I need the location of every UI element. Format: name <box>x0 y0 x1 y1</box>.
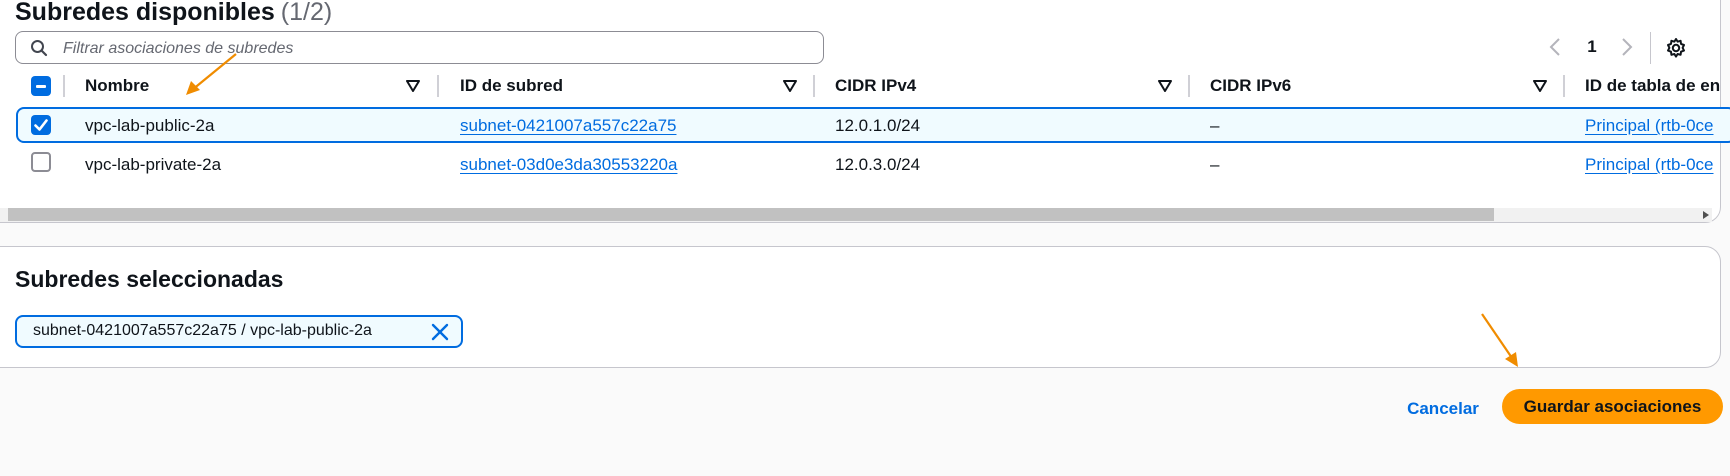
pager-divider <box>1650 32 1651 64</box>
column-header-route-table[interactable]: ID de tabla de en <box>1585 76 1720 96</box>
selection-count: (1/2) <box>280 0 333 26</box>
scrollbar-thumb[interactable] <box>8 208 1494 221</box>
selected-subnets-title: Subredes seleccionadas <box>15 266 284 292</box>
column-divider[interactable] <box>437 75 439 97</box>
column-divider[interactable] <box>1563 75 1565 97</box>
chevron-left-icon[interactable] <box>1548 36 1562 58</box>
page-number[interactable]: 1 <box>1585 37 1599 57</box>
check-icon <box>34 119 48 131</box>
column-header-cidr-ipv4[interactable]: CIDR IPv4 <box>835 76 916 96</box>
available-subnets-title: Subredes disponibles (1/2) <box>15 0 332 27</box>
column-header-name[interactable]: Nombre <box>85 76 149 96</box>
subnet-id-link[interactable]: subnet-03d0e3da30553220a <box>460 155 677 175</box>
chevron-right-icon[interactable] <box>1620 36 1634 58</box>
gear-icon[interactable] <box>1665 37 1687 59</box>
row-cidr-ipv6: – <box>1210 116 1220 135</box>
search-icon <box>31 40 48 57</box>
sort-down-icon[interactable] <box>406 80 420 92</box>
column-header-cidr-ipv6[interactable]: CIDR IPv6 <box>1210 76 1291 96</box>
column-divider <box>63 75 65 97</box>
search-input[interactable] <box>61 36 805 62</box>
search-field[interactable] <box>15 31 824 64</box>
row-name: vpc-lab-private-2a <box>85 155 222 174</box>
row-checkbox[interactable] <box>31 152 51 172</box>
close-icon[interactable] <box>431 323 449 341</box>
selected-subnets-panel <box>0 246 1721 368</box>
row-cidr-ipv6: – <box>1210 155 1220 174</box>
sort-down-icon[interactable] <box>1533 80 1547 92</box>
row-checkbox[interactable] <box>31 115 51 135</box>
select-all-checkbox[interactable] <box>31 76 51 96</box>
scroll-right-arrow-icon[interactable] <box>1702 210 1710 220</box>
save-associations-button[interactable]: Guardar asociaciones <box>1502 389 1723 424</box>
selected-subnet-token: subnet-0421007a557c22a75 / vpc-lab-publi… <box>15 315 463 348</box>
sort-down-icon[interactable] <box>1158 80 1172 92</box>
sort-down-icon[interactable] <box>783 80 797 92</box>
route-table-link[interactable]: Principal (rtb-0ce <box>1585 155 1714 175</box>
column-divider[interactable] <box>813 75 815 97</box>
cancel-button[interactable]: Cancelar <box>1387 393 1499 425</box>
column-header-subnet-id[interactable]: ID de subred <box>460 76 563 96</box>
row-cidr-ipv4: 12.0.1.0/24 <box>835 116 921 135</box>
route-table-link[interactable]: Principal (rtb-0ce <box>1585 116 1714 136</box>
row-cidr-ipv4: 12.0.3.0/24 <box>835 155 921 174</box>
available-subnets-title-text: Subredes disponibles <box>15 0 275 26</box>
column-divider[interactable] <box>1188 75 1190 97</box>
subnet-id-link[interactable]: subnet-0421007a557c22a75 <box>460 116 676 136</box>
row-name: vpc-lab-public-2a <box>85 116 215 135</box>
token-label: subnet-0421007a557c22a75 / vpc-lab-publi… <box>33 322 372 339</box>
